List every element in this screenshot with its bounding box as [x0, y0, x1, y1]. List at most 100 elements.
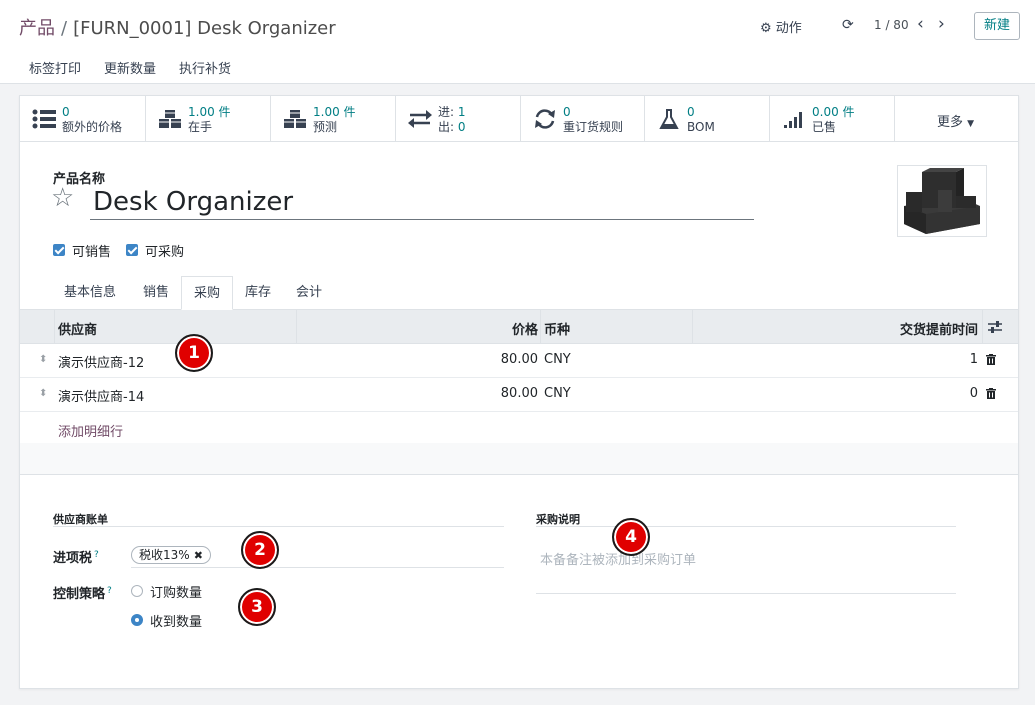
- drag-handle-icon[interactable]: ⬍: [39, 354, 47, 365]
- purchase-tax-label: 进项税?: [53, 547, 99, 566]
- out-value: 0: [457, 120, 466, 134]
- bom-value: 0: [687, 105, 695, 119]
- currency-cell[interactable]: CNY: [544, 386, 571, 401]
- divider: [53, 526, 504, 527]
- tab-sales[interactable]: 销售: [133, 276, 179, 310]
- can-be-sold-label: 可销售: [72, 244, 112, 260]
- control-policy-label: 控制策略?: [53, 583, 112, 602]
- caret-down-icon: ▼: [967, 119, 975, 129]
- in-label: 进:: [438, 105, 455, 119]
- print-labels-button[interactable]: 标签打印: [29, 58, 81, 77]
- cubes-icon: [159, 110, 181, 128]
- radio-selected-icon: [131, 614, 143, 626]
- radio-ordered-label: 订购数量: [150, 585, 203, 601]
- chevron-left-icon[interactable]: ‹: [917, 14, 924, 34]
- radio-ordered-quantity[interactable]: 订购数量: [131, 582, 203, 601]
- on-hand-label: 在手: [188, 120, 213, 134]
- breadcrumb-current: [FURN_0001] Desk Organizer: [73, 18, 336, 39]
- purchase-notes-field[interactable]: 本备备注被添加到采购订单: [540, 549, 696, 568]
- action-menu-label: 动作: [775, 21, 802, 36]
- section-divider: [20, 443, 1018, 475]
- breadcrumb-root-link[interactable]: 产品: [19, 18, 55, 39]
- star-icon[interactable]: ☆: [51, 184, 74, 212]
- out-label: 出:: [438, 120, 455, 134]
- more-label-wrap: 更多 ▼: [937, 111, 974, 130]
- in-out-button[interactable]: 进: 1 出: 0: [396, 96, 521, 142]
- can-be-purchased-checkbox[interactable]: 可采购: [126, 242, 184, 260]
- radio-received-quantity[interactable]: 收到数量: [131, 611, 202, 630]
- sold-button[interactable]: 0.00 件 已售: [770, 96, 895, 142]
- table-row[interactable]: ⬍ 演示供应商-12 80.00 CNY 1: [20, 344, 1018, 378]
- cubes-icon: [284, 110, 306, 128]
- replenish-button[interactable]: 执行补货: [179, 58, 231, 77]
- chevron-right-icon[interactable]: ›: [938, 14, 945, 34]
- column-divider: [692, 310, 693, 344]
- column-divider: [54, 310, 55, 344]
- column-currency[interactable]: 币种: [544, 319, 570, 338]
- column-vendor[interactable]: 供应商: [58, 319, 97, 338]
- extra-prices-button[interactable]: 0 额外的价格: [20, 96, 146, 142]
- add-line-row: 添加明细行: [20, 412, 1018, 445]
- more-button[interactable]: 更多 ▼: [895, 96, 1018, 142]
- sold-value: 0.00 件: [812, 105, 855, 119]
- bom-button[interactable]: 0 BOM: [645, 96, 770, 142]
- form-sheet: 0 额外的价格 1.00 件 在手 1.00 件 预测 进: 1 出: 0 0 …: [19, 95, 1019, 689]
- refresh-icon[interactable]: ⟳: [842, 17, 854, 33]
- help-icon[interactable]: ?: [94, 550, 99, 560]
- breadcrumb: 产品 / [FURN_0001] Desk Organizer: [19, 14, 336, 40]
- bom-label: BOM: [687, 120, 715, 134]
- divider: [536, 526, 956, 527]
- sold-label: 已售: [812, 120, 837, 134]
- control-policy-label-text: 控制策略: [53, 587, 106, 602]
- tax-tag[interactable]: 税收13% ✖: [131, 546, 211, 564]
- pager-value[interactable]: 1 / 80: [874, 18, 909, 32]
- signal-icon: [784, 112, 802, 128]
- action-menu-button[interactable]: ⚙ 动作: [760, 17, 802, 36]
- tab-purchase[interactable]: 采购: [181, 276, 233, 310]
- on-hand-button[interactable]: 1.00 件 在手: [146, 96, 271, 142]
- smart-button-box: 0 额外的价格 1.00 件 在手 1.00 件 预测 进: 1 出: 0 0 …: [20, 96, 1018, 142]
- tab-inventory[interactable]: 库存: [235, 276, 281, 310]
- new-record-button[interactable]: 新建: [974, 12, 1020, 40]
- forecast-value: 1.00 件: [313, 105, 356, 119]
- lead-time-cell[interactable]: 0: [970, 386, 978, 401]
- out-row: 出: 0: [438, 120, 466, 134]
- add-line-link[interactable]: 添加明细行: [58, 421, 123, 440]
- drag-handle-icon[interactable]: ⬍: [39, 388, 47, 399]
- remove-tag-icon[interactable]: ✖: [194, 549, 203, 562]
- tab-general-info[interactable]: 基本信息: [54, 276, 126, 310]
- column-settings-icon[interactable]: [988, 321, 1002, 333]
- price-cell[interactable]: 80.00: [501, 386, 538, 401]
- trash-icon[interactable]: [986, 354, 996, 365]
- update-quantity-button[interactable]: 更新数量: [104, 58, 156, 77]
- lead-time-cell[interactable]: 1: [970, 352, 978, 367]
- forecast-button[interactable]: 1.00 件 预测: [271, 96, 396, 142]
- help-icon[interactable]: ?: [107, 586, 112, 596]
- table-header: 供应商 价格 币种 交货提前时间: [20, 310, 1018, 344]
- vendor-cell[interactable]: 演示供应商-14: [58, 386, 144, 405]
- product-image[interactable]: [897, 165, 987, 237]
- reorder-rules-button[interactable]: 0 重订货规则: [521, 96, 645, 142]
- check-icon: [53, 244, 65, 256]
- exchange-icon: [408, 110, 432, 128]
- table-row[interactable]: ⬍ 演示供应商-14 80.00 CNY 0: [20, 378, 1018, 412]
- annotation-badge: 3: [238, 588, 276, 626]
- more-label: 更多: [937, 115, 964, 130]
- currency-cell[interactable]: CNY: [544, 352, 571, 367]
- annotation-badge: 1: [175, 334, 213, 372]
- vendor-cell[interactable]: 演示供应商-12: [58, 352, 144, 371]
- price-cell[interactable]: 80.00: [501, 352, 538, 367]
- can-be-sold-checkbox[interactable]: 可销售: [53, 242, 112, 260]
- column-price[interactable]: 价格: [512, 319, 538, 338]
- on-hand-value: 1.00 件: [188, 105, 231, 119]
- trash-icon[interactable]: [986, 388, 996, 399]
- notebook-tabs: 基本信息 销售 采购 库存 会计: [20, 276, 1018, 310]
- product-name-field[interactable]: Desk Organizer: [90, 185, 754, 220]
- flask-icon: [659, 109, 679, 129]
- check-icon: [126, 244, 138, 256]
- purchase-tax-label-text: 进项税: [53, 551, 93, 566]
- tab-accounting[interactable]: 会计: [286, 276, 332, 310]
- column-divider: [296, 310, 297, 344]
- tax-tag-label: 税收13%: [139, 548, 190, 562]
- column-lead-time[interactable]: 交货提前时间: [900, 319, 978, 338]
